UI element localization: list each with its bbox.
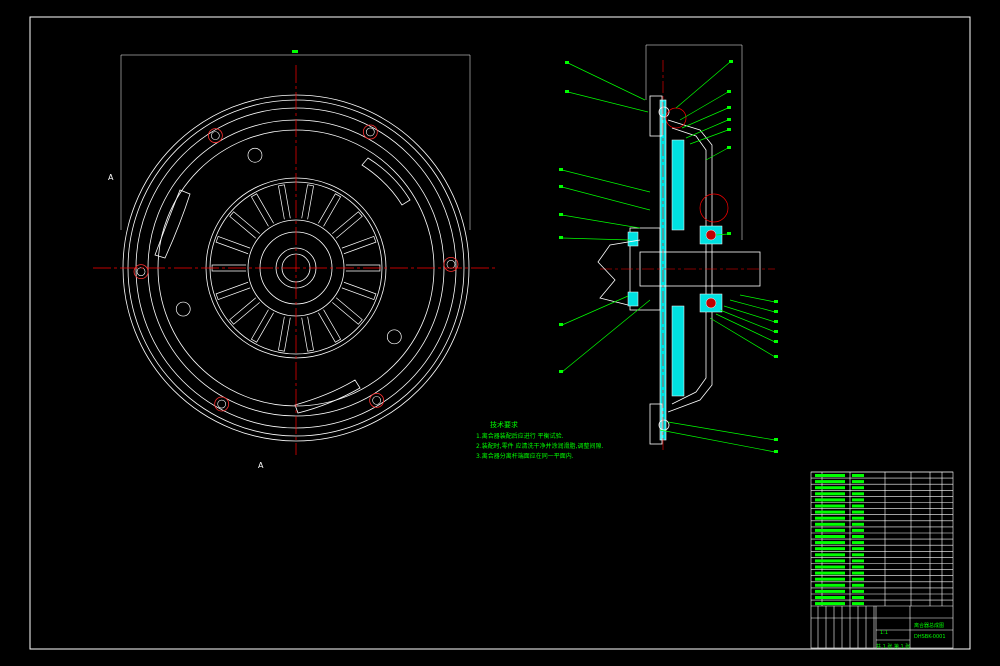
drawing-name: 离合器总成图: [914, 623, 945, 629]
clutch-assembly-drawing: A A: [29, 16, 971, 650]
tech-req-line-1: 1.离合器装配后应进行 平衡试验.: [476, 433, 564, 440]
tech-req-line-2: 2.装配时,零件 应清洗干净并涂润滑脂,调整间隙.: [476, 443, 604, 450]
section-view: [597, 44, 775, 450]
svg-text:A: A: [108, 173, 114, 182]
tech-req-title: 技术要求: [490, 421, 518, 429]
part-leader-lines: [559, 60, 778, 453]
drawing-number: DHSBK-0001: [914, 634, 946, 640]
drawing-scale: 1:1: [880, 630, 889, 636]
tech-req-line-3: 3.离合器分离杆端面应在同一平面内.: [476, 453, 574, 460]
front-view: A A: [93, 50, 498, 470]
svg-text:A: A: [258, 461, 264, 470]
cad-drawing-window: A A 技术要求 1.离合器装配后应进行 平衡试验. 2.装配时,零件 应清洗干…: [0, 0, 1000, 666]
sheet-count: 共 1 张 第 1 张: [876, 644, 911, 650]
